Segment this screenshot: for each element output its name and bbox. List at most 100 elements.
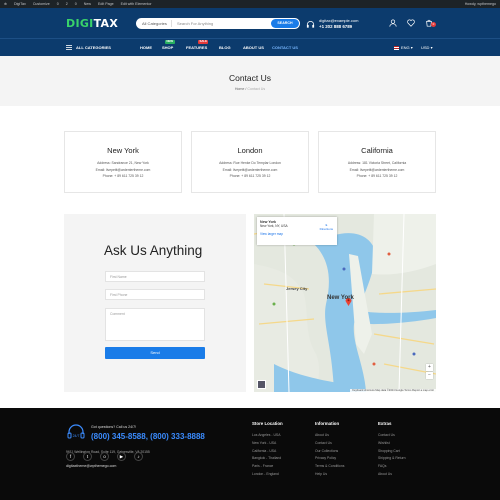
map-info-card: New York New York, NY, USA View larger m… bbox=[257, 217, 337, 245]
youtube-icon[interactable]: ▶ bbox=[117, 452, 126, 461]
location-city: California bbox=[361, 146, 393, 155]
admin-new-link[interactable]: New bbox=[84, 2, 91, 6]
form-title: Ask Us Anything bbox=[104, 243, 203, 258]
tiktok-icon[interactable]: ♪ bbox=[134, 452, 143, 461]
footer-link[interactable]: Paris - France bbox=[252, 463, 283, 471]
zoom-in-button[interactable]: + bbox=[426, 364, 433, 371]
google-map[interactable]: New York Jersey City New York New York, … bbox=[254, 214, 436, 392]
location-phone: Phone: + 89 611 725 39 12 bbox=[229, 174, 271, 178]
footer-link[interactable]: Wishlist bbox=[378, 440, 406, 448]
footer-column-information: Information About Us Contact Us Our Coll… bbox=[315, 421, 344, 479]
site-footer: 24/7 Got questions? Call us 24/7! (800) … bbox=[0, 408, 500, 500]
admin-updates-count[interactable]: 0 bbox=[57, 2, 59, 6]
footer-column-title: Store Location bbox=[252, 421, 283, 426]
hotline-phone[interactable]: (800) 345-8588, (800) 333-8888 bbox=[91, 432, 205, 441]
admin-user-greeting[interactable]: Howdy, wpthemego bbox=[465, 2, 496, 6]
svg-text:24/7: 24/7 bbox=[73, 434, 80, 438]
site-logo[interactable]: DIGITAX bbox=[66, 17, 118, 30]
main-nav: ALL CATEGORIES HOME SHOP NEW FEATURES SALE… bbox=[0, 38, 500, 56]
page-header: Contact Us Home / Contact Us bbox=[0, 56, 500, 106]
cart-count-badge: 0 bbox=[431, 22, 436, 27]
user-icon[interactable] bbox=[389, 19, 397, 27]
wishlist-heart-icon[interactable] bbox=[407, 19, 415, 27]
location-card-california: California Address: 181 Victoria Street,… bbox=[318, 131, 436, 193]
footer-link[interactable]: Privacy Policy bbox=[315, 455, 344, 463]
map-attribution: Keyboard shortcuts Map data ©2024 Google… bbox=[350, 389, 436, 392]
footer-link[interactable]: Bangkok - Thailand bbox=[252, 455, 283, 463]
map-layer-toggle[interactable] bbox=[257, 380, 266, 389]
footer-column-store-location: Store Location Los Angeles - USA New Yor… bbox=[252, 421, 283, 479]
footer-column-title: Information bbox=[315, 421, 340, 426]
breadcrumb-home[interactable]: Home bbox=[235, 87, 245, 91]
footer-link[interactable]: About Us bbox=[315, 432, 344, 440]
location-phone: Phone: + 89 611 725 39 12 bbox=[102, 174, 144, 178]
language-select[interactable]: ENG ▾ bbox=[394, 45, 413, 50]
search-input[interactable]: Search For Anything bbox=[172, 21, 271, 26]
footer-link[interactable]: Contact Us bbox=[378, 432, 406, 440]
first-name-input[interactable]: First Name bbox=[105, 271, 205, 282]
footer-column-title: Extras bbox=[378, 421, 392, 426]
footer-link[interactable]: Our Collections bbox=[315, 448, 344, 456]
send-button[interactable]: Send bbox=[105, 347, 205, 359]
location-phone: Phone: + 89 611 725 39 12 bbox=[356, 174, 398, 178]
nav-about-us[interactable]: ABOUT US bbox=[243, 45, 264, 50]
instagram-icon[interactable]: o bbox=[100, 452, 109, 461]
footer-link[interactable]: About Us bbox=[378, 471, 406, 479]
breadcrumb-current: Contact Us bbox=[247, 87, 266, 91]
nav-home[interactable]: HOME bbox=[140, 45, 152, 50]
facebook-icon[interactable]: f bbox=[66, 452, 75, 461]
nav-features[interactable]: FEATURES SALE bbox=[186, 39, 209, 50]
nav-contact-us[interactable]: CONTACT US bbox=[272, 45, 298, 50]
headset-icon: 24/7 bbox=[67, 424, 85, 439]
first-phone-input[interactable]: First Phone bbox=[105, 289, 205, 300]
site-header: DIGITAX All Categories Search For Anythi… bbox=[0, 8, 500, 38]
footer-link[interactable]: FAQs bbox=[378, 463, 406, 471]
hotline-label: Got questions? Call us 24/7! bbox=[91, 425, 137, 429]
wordpress-icon[interactable]: ⊕ bbox=[4, 2, 7, 6]
footer-link[interactable]: California - USA bbox=[252, 448, 283, 456]
footer-link[interactable]: Contact Us bbox=[315, 440, 344, 448]
location-city: New York bbox=[107, 146, 139, 155]
footer-link[interactable]: Shipping & Return bbox=[378, 455, 406, 463]
admin-edit-page-link[interactable]: Edit Page bbox=[98, 2, 114, 6]
header-contact: digitax@example.com +1 202 888 6789 bbox=[319, 18, 358, 30]
nav-features-badge: SALE bbox=[198, 39, 209, 44]
zoom-out-button[interactable]: − bbox=[426, 372, 433, 379]
header-phone[interactable]: +1 202 888 6789 bbox=[319, 24, 358, 30]
footer-link[interactable]: New York - USA bbox=[252, 440, 283, 448]
menu-icon[interactable] bbox=[66, 45, 72, 50]
admin-bar: ⊕ DigiTax Customize 0 2 0 New Edit Page … bbox=[0, 0, 500, 8]
comment-textarea[interactable]: Comment bbox=[105, 308, 205, 341]
map-city-label: New York bbox=[327, 295, 354, 301]
search-category-select[interactable]: All Categories bbox=[136, 20, 172, 27]
breadcrumb: Home / Contact Us bbox=[234, 87, 266, 91]
currency-select[interactable]: USD ▾ bbox=[421, 45, 433, 50]
footer-email[interactable]: digitaxtheme@wpthemego.com bbox=[66, 464, 116, 468]
admin-extra-count[interactable]: 0 bbox=[75, 2, 77, 6]
page-title: Contact Us bbox=[228, 73, 272, 83]
footer-link[interactable]: Terms & Conditions bbox=[315, 463, 344, 471]
footer-link[interactable]: London - England bbox=[252, 471, 283, 479]
admin-elementor-link[interactable]: Edit with Elementor bbox=[121, 2, 152, 6]
nav-shop[interactable]: SHOP NEW bbox=[162, 39, 175, 50]
nav-blog[interactable]: BLOG bbox=[219, 45, 231, 50]
search-button[interactable]: SEARCH bbox=[271, 19, 299, 28]
search-bar: All Categories Search For Anything SEARC… bbox=[136, 18, 300, 29]
admin-customize-link[interactable]: Customize bbox=[33, 2, 50, 6]
footer-link[interactable]: Los Angeles - USA bbox=[252, 432, 283, 440]
directions-button[interactable]: ➤ Directions bbox=[320, 223, 333, 231]
footer-link[interactable]: Help Us bbox=[315, 471, 344, 479]
admin-site-link[interactable]: DigiTax bbox=[14, 2, 26, 6]
view-larger-map-link[interactable]: View larger map bbox=[260, 232, 334, 236]
footer-link[interactable]: Shopping Cart bbox=[378, 448, 406, 456]
admin-comments-count[interactable]: 2 bbox=[66, 2, 68, 6]
headset-icon bbox=[306, 21, 315, 28]
nav-shop-badge: NEW bbox=[165, 39, 175, 44]
map-area-label: Jersey City bbox=[286, 286, 308, 291]
contact-form: Ask Us Anything First Name First Phone C… bbox=[64, 214, 246, 392]
all-categories-button[interactable]: ALL CATEGORIES bbox=[76, 45, 111, 50]
footer-column-extras: Extras Contact Us Wishlist Shopping Cart… bbox=[378, 421, 406, 479]
twitter-icon[interactable]: t bbox=[83, 452, 92, 461]
us-flag-icon bbox=[394, 46, 399, 50]
location-card-new-york: New York Address: Sandrance 21, New York… bbox=[64, 131, 182, 193]
